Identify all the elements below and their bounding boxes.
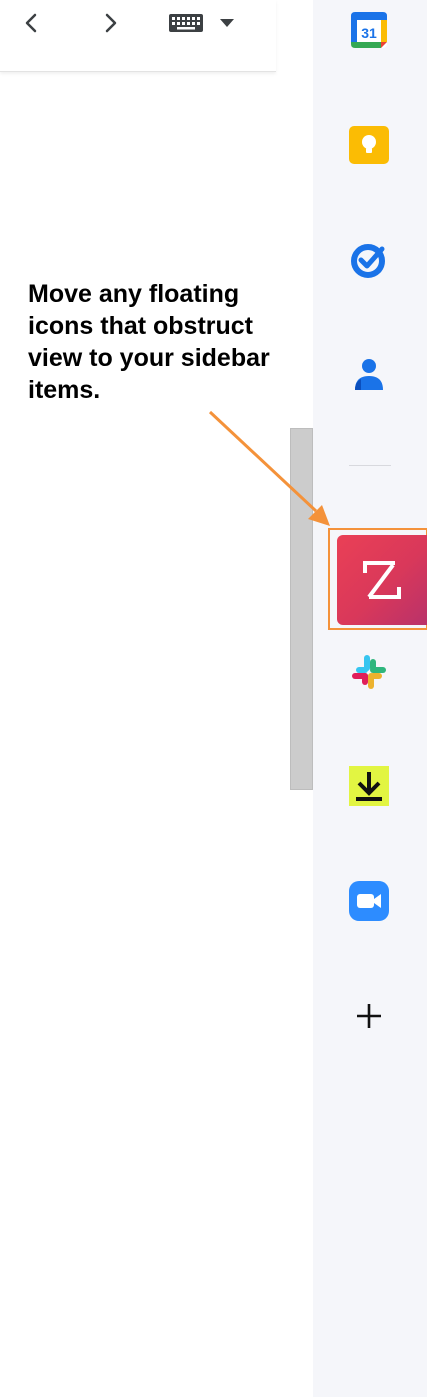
slack-icon[interactable] <box>347 650 391 694</box>
instruction-text: Move any floating icons that obstruct vi… <box>28 280 270 404</box>
caret-down-icon[interactable] <box>214 8 240 38</box>
toolbar <box>0 0 276 72</box>
calendar-icon[interactable]: 31 <box>347 8 391 52</box>
calendar-date: 31 <box>361 25 377 41</box>
zoho-icon[interactable] <box>337 535 427 625</box>
keep-icon[interactable] <box>347 123 391 167</box>
zoom-icon[interactable] <box>347 879 391 923</box>
chevron-right-icon[interactable] <box>96 8 126 38</box>
side-panel: 31 <box>313 0 427 1397</box>
keyboard-icon[interactable] <box>166 8 206 38</box>
contacts-icon[interactable] <box>347 352 391 396</box>
chevron-left-icon[interactable] <box>16 8 46 38</box>
tasks-icon[interactable] <box>347 238 391 282</box>
download-icon[interactable] <box>347 764 391 808</box>
add-icon[interactable] <box>347 994 391 1038</box>
scrollbar[interactable] <box>290 428 313 790</box>
sidebar-divider <box>349 465 391 466</box>
